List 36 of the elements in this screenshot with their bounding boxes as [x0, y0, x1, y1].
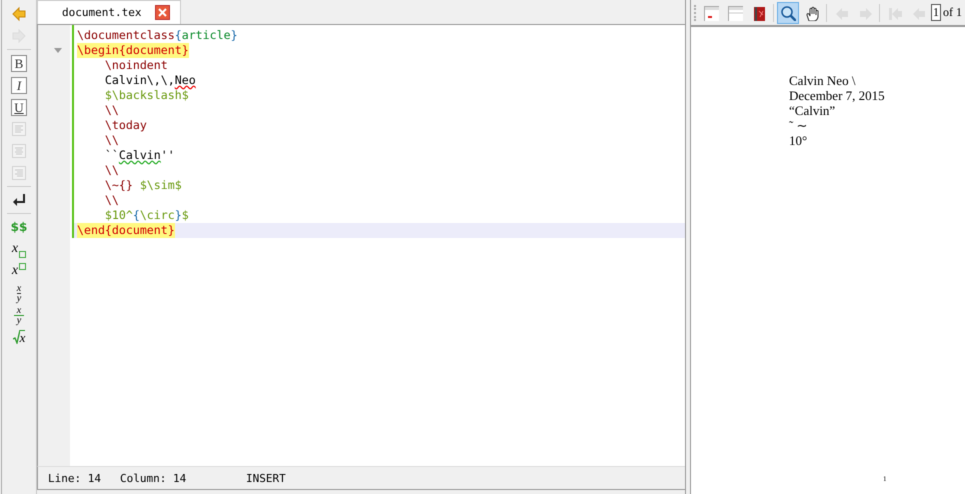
- fraction-button[interactable]: x y: [14, 306, 24, 324]
- document-text: ˜ ∼: [789, 118, 809, 133]
- code-line: \\: [104, 193, 119, 208]
- underline-button[interactable]: U: [11, 98, 27, 116]
- page-number-field[interactable]: 1: [931, 4, 941, 21]
- code-line: ``Calvin'': [104, 148, 175, 163]
- code-line: \\: [104, 163, 119, 178]
- page-count: of 1: [943, 5, 962, 20]
- arrow-left-icon[interactable]: [11, 6, 27, 22]
- bold-button[interactable]: B: [11, 54, 27, 72]
- italic-button[interactable]: I: [11, 76, 27, 94]
- toolbar-grip: [694, 4, 698, 20]
- subscript-button[interactable]: x: [12, 241, 26, 257]
- line-number-status: Line: 14: [48, 472, 102, 484]
- superscript-button[interactable]: x: [12, 263, 26, 279]
- close-icon[interactable]: [155, 5, 170, 20]
- mode-status: INSERT: [246, 472, 286, 484]
- fold-icon[interactable]: [54, 48, 62, 53]
- magnifier-icon[interactable]: [777, 2, 799, 24]
- code-line: \\: [104, 133, 119, 148]
- document-text: 10°: [789, 133, 808, 148]
- column-status: Column: 14: [120, 472, 188, 484]
- return-arrow-icon[interactable]: [11, 192, 27, 208]
- code-line: $10^{\circ}$: [104, 208, 189, 223]
- code-line: $\backslash$: [104, 88, 189, 103]
- document-text: “Calvin”: [789, 103, 836, 118]
- code-line: \\: [104, 103, 119, 118]
- code-line: \documentclass{article}: [77, 28, 238, 43]
- file-tab[interactable]: document.tex: [37, 0, 182, 24]
- document-text: Calvin Neo \: [789, 73, 856, 88]
- code-line: \today: [104, 118, 147, 133]
- code-line: \~{} $\sim$: [104, 178, 182, 193]
- code-line: \noindent: [104, 58, 168, 73]
- document-text: December 7, 2015: [789, 88, 886, 103]
- code-line: Calvin\,\,Neo: [104, 73, 196, 88]
- square-root-button[interactable]: x: [12, 330, 26, 344]
